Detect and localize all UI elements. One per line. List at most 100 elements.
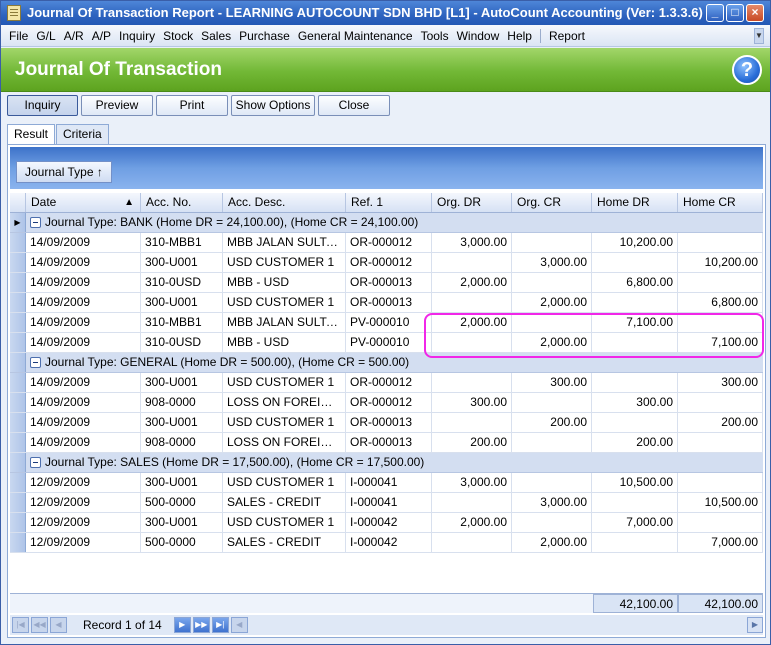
table-cell[interactable]: 300-U001 xyxy=(141,473,223,492)
table-cell[interactable]: PV-000010 xyxy=(346,313,432,332)
table-cell[interactable]: I-000042 xyxy=(346,513,432,532)
table-row[interactable]: 14/09/2009 300-U001 USD CUSTOMER 1 OR-00001… xyxy=(10,373,763,393)
col-ref1[interactable]: Ref. 1 xyxy=(346,193,432,212)
table-cell[interactable]: 3,000.00 xyxy=(432,473,512,492)
row-indicator[interactable]: ▶ xyxy=(10,213,26,232)
table-cell[interactable] xyxy=(432,533,512,552)
row-indicator[interactable] xyxy=(10,313,26,332)
table-cell[interactable]: 14/09/2009 xyxy=(26,253,141,272)
menu-tools[interactable]: Tools xyxy=(417,29,453,43)
table-cell[interactable] xyxy=(512,313,592,332)
table-cell[interactable]: 300-U001 xyxy=(141,413,223,432)
table-cell[interactable]: 2,000.00 xyxy=(432,313,512,332)
col-home-cr[interactable]: Home CR xyxy=(678,193,763,212)
table-cell[interactable] xyxy=(678,473,763,492)
table-cell[interactable] xyxy=(592,373,678,392)
table-cell[interactable]: 300-U001 xyxy=(141,373,223,392)
table-cell[interactable]: 10,200.00 xyxy=(678,253,763,272)
table-cell[interactable]: I-000041 xyxy=(346,473,432,492)
table-cell[interactable] xyxy=(678,433,763,452)
table-cell[interactable]: 14/09/2009 xyxy=(26,433,141,452)
table-cell[interactable]: 7,000.00 xyxy=(592,513,678,532)
table-cell[interactable]: 6,800.00 xyxy=(678,293,763,312)
table-cell[interactable]: 12/09/2009 xyxy=(26,473,141,492)
table-row[interactable]: 14/09/2009 310-0USD MBB - USD OR-000013 2,00… xyxy=(10,273,763,293)
scroll-left-icon[interactable]: ◀ xyxy=(230,617,248,633)
group-by-chip[interactable]: Journal Type ↑ xyxy=(16,161,112,183)
menu-report[interactable]: Report xyxy=(545,29,589,43)
table-cell[interactable]: 14/09/2009 xyxy=(26,273,141,292)
table-cell[interactable] xyxy=(678,513,763,532)
table-cell[interactable]: MBB - USD xyxy=(223,333,346,352)
collapse-icon[interactable] xyxy=(30,217,41,228)
table-cell[interactable]: MBB JALAN SULTAN xyxy=(223,313,346,332)
menu-purchase[interactable]: Purchase xyxy=(235,29,294,43)
table-cell[interactable]: 310-MBB1 xyxy=(141,313,223,332)
table-cell[interactable] xyxy=(678,273,763,292)
table-row[interactable]: 14/09/2009908-0000LOSS ON FOREIGN E...OR… xyxy=(10,393,763,413)
menu-ap[interactable]: A/P xyxy=(88,29,115,43)
scroll-right-icon[interactable]: ▶ xyxy=(747,617,763,633)
table-cell[interactable]: OR-000013 xyxy=(346,413,432,432)
preview-button[interactable]: Preview xyxy=(81,94,153,116)
table-cell[interactable]: 2,000.00 xyxy=(512,533,592,552)
table-cell[interactable]: MBB - USD xyxy=(223,273,346,292)
tab-result[interactable]: Result xyxy=(7,124,56,145)
row-indicator[interactable] xyxy=(10,493,26,512)
table-cell[interactable]: 310-0USD xyxy=(141,333,223,352)
table-cell[interactable]: 300.00 xyxy=(678,373,763,392)
table-cell[interactable]: 14/09/2009 xyxy=(26,333,141,352)
table-cell[interactable]: 200.00 xyxy=(432,433,512,452)
table-cell[interactable]: SALES - CREDIT xyxy=(223,533,346,552)
table-cell[interactable] xyxy=(432,253,512,272)
inquiry-button[interactable]: Inquiry xyxy=(7,94,78,116)
row-indicator[interactable] xyxy=(10,293,26,312)
table-cell[interactable]: 200.00 xyxy=(512,413,592,432)
menu-ar[interactable]: A/R xyxy=(60,29,88,43)
table-cell[interactable]: 6,800.00 xyxy=(592,273,678,292)
table-cell[interactable]: SALES - CREDIT xyxy=(223,493,346,512)
row-indicator[interactable] xyxy=(10,453,26,472)
table-cell[interactable]: 12/09/2009 xyxy=(26,493,141,512)
table-cell[interactable]: 3,000.00 xyxy=(512,253,592,272)
table-cell[interactable]: PV-000010 xyxy=(346,333,432,352)
table-cell[interactable]: 300-U001 xyxy=(141,293,223,312)
row-indicator[interactable] xyxy=(10,353,26,372)
table-cell[interactable]: 10,200.00 xyxy=(592,233,678,252)
row-indicator[interactable] xyxy=(10,513,26,532)
table-cell[interactable]: 908-0000 xyxy=(141,393,223,412)
col-acc-no[interactable]: Acc. No. xyxy=(141,193,223,212)
collapse-icon[interactable] xyxy=(30,457,41,468)
table-cell[interactable]: LOSS ON FOREIGN E... xyxy=(223,433,346,452)
table-cell[interactable]: 7,100.00 xyxy=(592,313,678,332)
table-cell[interactable]: 7,000.00 xyxy=(678,533,763,552)
table-row[interactable]: 14/09/2009 300-U001 USD CUSTOMER 1 OR-00001… xyxy=(10,293,763,313)
table-cell[interactable] xyxy=(432,293,512,312)
col-org-dr[interactable]: Org. DR xyxy=(432,193,512,212)
table-cell[interactable]: I-000042 xyxy=(346,533,432,552)
table-cell[interactable]: 300.00 xyxy=(512,373,592,392)
close-window-button[interactable]: × xyxy=(746,4,764,22)
close-button[interactable]: Close xyxy=(318,94,390,116)
last-record-icon[interactable]: ▶| xyxy=(211,617,229,633)
menu-window[interactable]: Window xyxy=(453,29,504,43)
group-row[interactable]: Journal Type: SALES (Home DR = 17,500.00… xyxy=(10,453,763,473)
table-cell[interactable]: 500-0000 xyxy=(141,533,223,552)
table-row[interactable]: 14/09/2009 310-MBB1 MBB JALAN SULTAN OR-000… xyxy=(10,233,763,253)
table-cell[interactable]: 7,100.00 xyxy=(678,333,763,352)
table-cell[interactable]: 500-0000 xyxy=(141,493,223,512)
table-cell[interactable]: 300-U001 xyxy=(141,253,223,272)
tab-criteria[interactable]: Criteria xyxy=(56,124,109,144)
menu-stock[interactable]: Stock xyxy=(159,29,197,43)
table-row[interactable]: 12/09/2009 300-U001 USD CUSTOMER 1 I-000041… xyxy=(10,473,763,493)
table-cell[interactable]: 300.00 xyxy=(432,393,512,412)
table-row[interactable]: 14/09/2009 300-U001 USD CUSTOMER 1 OR-00001… xyxy=(10,413,763,433)
table-cell[interactable]: 310-MBB1 xyxy=(141,233,223,252)
table-cell[interactable]: 12/09/2009 xyxy=(26,513,141,532)
table-cell[interactable] xyxy=(678,233,763,252)
table-cell[interactable] xyxy=(512,273,592,292)
table-cell[interactable]: LOSS ON FOREIGN E... xyxy=(223,393,346,412)
table-cell[interactable]: 200.00 xyxy=(678,413,763,432)
menu-inquiry[interactable]: Inquiry xyxy=(115,29,159,43)
prev-page-icon[interactable]: ◀◀ xyxy=(31,617,48,633)
